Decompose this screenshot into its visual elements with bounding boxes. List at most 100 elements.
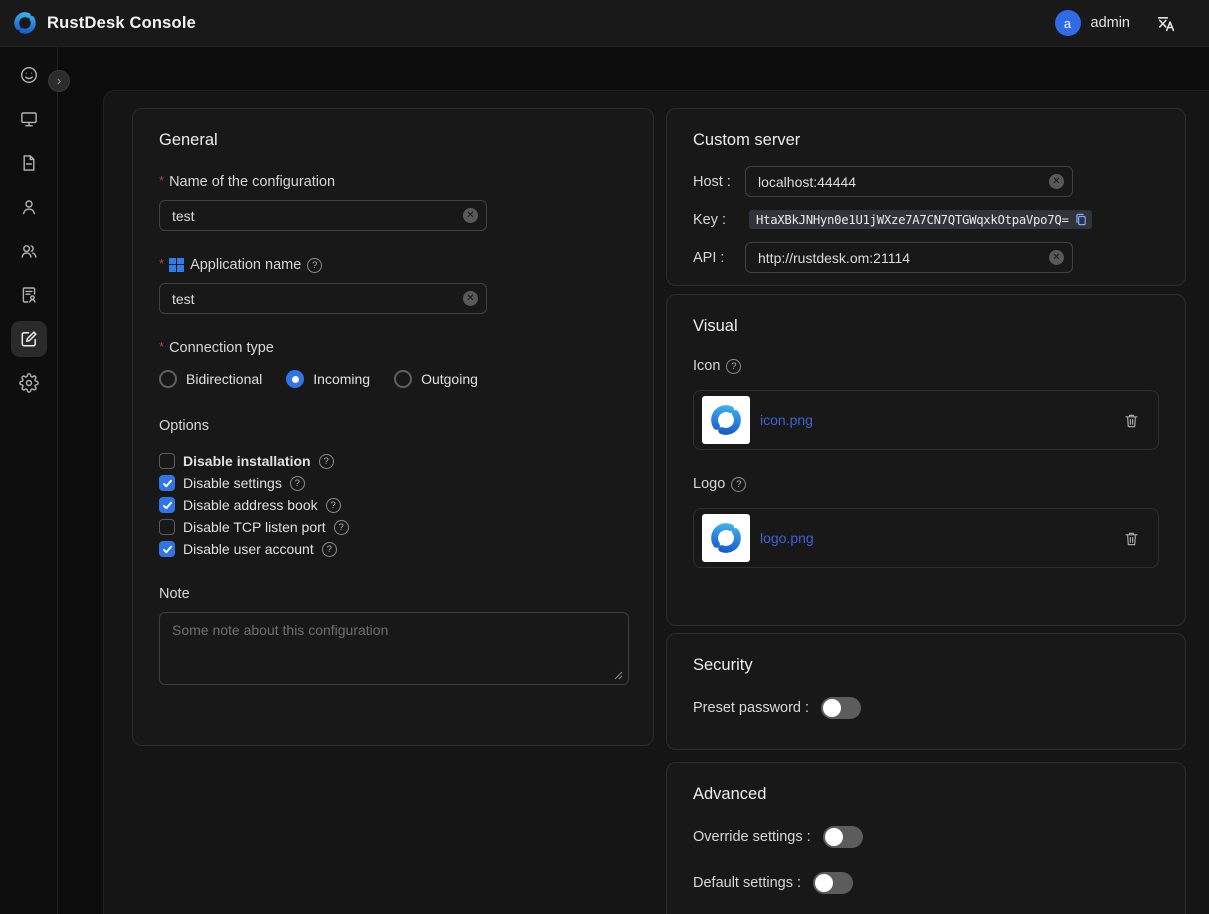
- config-name-label: * Name of the configuration: [159, 174, 627, 190]
- radio-icon[interactable]: [394, 370, 412, 388]
- help-icon[interactable]: ?: [731, 477, 746, 492]
- checkbox-icon[interactable]: [159, 475, 175, 491]
- api-input[interactable]: [745, 242, 1073, 273]
- rustdesk-logo-icon: [708, 520, 744, 556]
- visual-title: Visual: [693, 317, 1159, 336]
- clear-icon[interactable]: ✕: [1049, 174, 1064, 189]
- override-settings-toggle[interactable]: [823, 826, 863, 848]
- help-icon[interactable]: ?: [322, 542, 337, 557]
- rustdesk-logo-icon: [12, 10, 38, 36]
- sidebar-item-audit[interactable]: [11, 277, 47, 313]
- logo-file-link[interactable]: logo.png: [760, 530, 814, 546]
- general-card: General * Name of the configuration ✕ * …: [132, 108, 654, 746]
- key-row: Key : HtaXBkJNHyn0e1U1jWXze7A7CN7QTGWqxk…: [693, 210, 1159, 229]
- custom-server-title: Custom server: [693, 131, 1159, 150]
- preset-password-toggle[interactable]: [821, 697, 861, 719]
- override-settings-row: Override settings :: [693, 826, 1159, 848]
- help-icon[interactable]: ?: [307, 258, 322, 273]
- note-field: [159, 612, 627, 688]
- key-label: Key :: [693, 212, 745, 228]
- sidebar-expand-button[interactable]: ›: [48, 70, 70, 92]
- host-label: Host :: [693, 174, 745, 190]
- clear-icon[interactable]: ✕: [1049, 250, 1064, 265]
- option-disable-installation[interactable]: Disable installation ?: [159, 450, 627, 472]
- logo-file-row: logo.png: [693, 508, 1159, 568]
- icon-file-link[interactable]: icon.png: [760, 412, 813, 428]
- radio-bidirectional[interactable]: Bidirectional: [159, 370, 262, 388]
- preset-password-row: Preset password :: [693, 697, 1159, 719]
- connection-type-radios: Bidirectional Incoming Outgoing: [159, 370, 627, 388]
- sidebar-item-users[interactable]: [11, 189, 47, 225]
- help-icon[interactable]: ?: [319, 454, 334, 469]
- sidebar-item-settings[interactable]: [11, 365, 47, 401]
- main-content: General * Name of the configuration ✕ * …: [103, 90, 1209, 914]
- radio-icon[interactable]: [286, 370, 304, 388]
- sidebar-item-groups[interactable]: [11, 233, 47, 269]
- avatar[interactable]: a: [1055, 10, 1081, 36]
- application-name-label: * Application name ?: [159, 257, 627, 273]
- logo-thumbnail: [702, 514, 750, 562]
- radio-outgoing[interactable]: Outgoing: [394, 370, 478, 388]
- options-label: Options: [159, 418, 627, 434]
- radio-incoming[interactable]: Incoming: [286, 370, 370, 388]
- sidebar: [0, 47, 58, 914]
- application-name-field: ✕: [159, 283, 487, 314]
- application-name-input[interactable]: [159, 283, 487, 314]
- smiley-icon: [19, 65, 39, 85]
- help-icon[interactable]: ?: [334, 520, 349, 535]
- advanced-card: Advanced Override settings : Default set…: [666, 762, 1186, 914]
- note-textarea[interactable]: [159, 612, 629, 685]
- default-settings-toggle[interactable]: [813, 872, 853, 894]
- radio-icon[interactable]: [159, 370, 177, 388]
- security-card: Security Preset password :: [666, 633, 1186, 750]
- advanced-title: Advanced: [693, 785, 1159, 804]
- option-disable-settings[interactable]: Disable settings ?: [159, 472, 627, 494]
- translate-icon: [1156, 13, 1177, 34]
- sidebar-item-devices[interactable]: [11, 101, 47, 137]
- key-value: HtaXBkJNHyn0e1U1jWXze7A7CN7QTGWqxkOtpaVp…: [756, 213, 1069, 227]
- icon-file-row: icon.png: [693, 390, 1159, 450]
- app-title: RustDesk Console: [47, 14, 196, 33]
- default-settings-row: Default settings :: [693, 872, 1159, 894]
- key-value-chip: HtaXBkJNHyn0e1U1jWXze7A7CN7QTGWqxkOtpaVp…: [749, 210, 1092, 229]
- override-settings-label: Override settings :: [693, 829, 811, 845]
- sidebar-item-logs[interactable]: [11, 145, 47, 181]
- user-menu[interactable]: a admin: [1055, 10, 1131, 36]
- clear-icon[interactable]: ✕: [463, 208, 478, 223]
- general-title: General: [159, 131, 627, 150]
- config-name-field: ✕: [159, 200, 487, 231]
- copy-button[interactable]: [1073, 212, 1088, 227]
- icon-thumbnail: [702, 396, 750, 444]
- required-asterisk: *: [159, 339, 164, 354]
- config-name-input[interactable]: [159, 200, 487, 231]
- copy-icon: [1073, 212, 1088, 227]
- delete-icon-button[interactable]: [1123, 412, 1140, 429]
- gear-icon: [19, 373, 39, 393]
- custom-server-card: Custom server Host : ✕ Key : HtaXBkJNHyn…: [666, 108, 1186, 286]
- language-button[interactable]: [1156, 13, 1177, 34]
- windows-icon: [169, 258, 184, 273]
- default-settings-label: Default settings :: [693, 875, 801, 891]
- checkbox-icon[interactable]: [159, 453, 175, 469]
- clear-icon[interactable]: ✕: [463, 291, 478, 306]
- checkbox-icon[interactable]: [159, 519, 175, 535]
- brand: RustDesk Console: [12, 10, 196, 36]
- sidebar-item-dashboard[interactable]: [11, 57, 47, 93]
- sidebar-item-custom-clients[interactable]: [11, 321, 47, 357]
- checkbox-icon[interactable]: [159, 541, 175, 557]
- option-disable-tcp-listen-port[interactable]: Disable TCP listen port ?: [159, 516, 627, 538]
- option-disable-address-book[interactable]: Disable address book ?: [159, 494, 627, 516]
- help-icon[interactable]: ?: [326, 498, 341, 513]
- checkbox-icon[interactable]: [159, 497, 175, 513]
- host-row: Host : ✕: [693, 166, 1159, 197]
- delete-logo-button[interactable]: [1123, 530, 1140, 547]
- options-list: Disable installation ? Disable settings …: [159, 450, 627, 560]
- option-disable-user-account[interactable]: Disable user account ?: [159, 538, 627, 560]
- help-icon[interactable]: ?: [290, 476, 305, 491]
- required-asterisk: *: [159, 173, 164, 188]
- icon-label: Icon ?: [693, 358, 1159, 374]
- help-icon[interactable]: ?: [726, 359, 741, 374]
- host-input[interactable]: [745, 166, 1073, 197]
- top-bar: RustDesk Console a admin: [0, 0, 1209, 47]
- security-title: Security: [693, 656, 1159, 675]
